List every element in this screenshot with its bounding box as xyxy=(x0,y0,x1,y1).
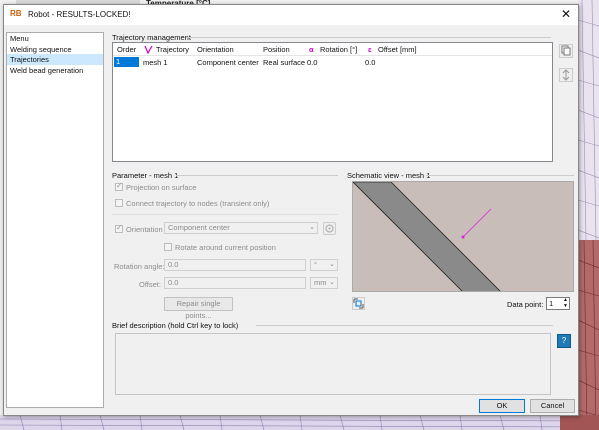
section-divider xyxy=(112,214,338,215)
brief-description-title: Brief description (hold Ctrl key to lock… xyxy=(112,321,239,330)
connect-nodes-checkbox[interactable] xyxy=(115,199,123,207)
orientation-value: Component center xyxy=(168,223,230,232)
column-orientation[interactable]: Orientation xyxy=(197,45,234,54)
data-point-label: Data point: xyxy=(507,300,544,309)
schematic-drawing xyxy=(353,182,501,291)
column-position[interactable]: Position xyxy=(263,45,290,54)
rotate-around-label: Rotate around current position xyxy=(175,243,276,252)
section-divider xyxy=(426,175,574,176)
rotation-angle-label: Rotation angle: xyxy=(114,262,165,271)
orientation-label: Orientation xyxy=(126,225,163,234)
offset-label: Offset: xyxy=(139,280,161,289)
column-order[interactable]: Order xyxy=(117,45,136,54)
close-icon[interactable]: ✕ xyxy=(558,7,574,22)
sort-icon xyxy=(562,69,570,81)
row-offset-cell[interactable]: 0.0 xyxy=(365,58,375,67)
section-divider xyxy=(186,37,551,38)
trajectory-column-icon xyxy=(144,45,153,54)
copy-trajectory-button[interactable] xyxy=(559,44,573,58)
trajectory-arrow xyxy=(463,208,492,237)
row-trajectory-cell[interactable]: mesh 1 xyxy=(143,58,168,67)
target-icon xyxy=(325,224,334,233)
rotation-unit-value: ° xyxy=(314,260,317,269)
schematic-section-title: Schematic view - mesh 1 xyxy=(347,171,431,180)
orientation-pick-button[interactable] xyxy=(323,222,336,235)
offset-unit-value: mm xyxy=(314,278,327,287)
sort-order-button[interactable] xyxy=(559,68,573,82)
row-order-cell[interactable]: 1 xyxy=(114,57,139,67)
background-mesh xyxy=(578,0,599,430)
offset-column-icon: ε xyxy=(368,45,372,54)
trajectory-table[interactable]: Order Trajectory Orientation Position α … xyxy=(112,42,553,162)
app-icon: RB xyxy=(10,9,22,18)
rotation-unit-select[interactable]: ° ⌄ xyxy=(310,259,338,271)
title-bar[interactable]: RB Robot - RESULTS-LOCKED! ✕ xyxy=(4,5,578,25)
ok-button[interactable]: OK xyxy=(479,399,525,413)
section-divider xyxy=(256,325,553,326)
rotation-column-icon: α xyxy=(309,45,314,54)
connect-nodes-label: Connect trajectory to nodes (transient o… xyxy=(126,199,270,208)
table-header: Order Trajectory Orientation Position α … xyxy=(113,43,552,56)
projection-checkbox[interactable] xyxy=(115,181,123,191)
rotate-around-checkbox[interactable] xyxy=(164,243,172,251)
section-divider xyxy=(176,175,338,176)
cancel-button[interactable]: Cancel xyxy=(530,399,575,413)
spinner-arrows-icon[interactable]: ▲ ▼ xyxy=(563,297,568,309)
orientation-select[interactable]: Component center ⌄ xyxy=(164,222,318,234)
orientation-checkbox[interactable] xyxy=(115,223,123,233)
projection-label: Projection on surface xyxy=(126,183,197,192)
column-rotation[interactable]: Rotation [°] xyxy=(320,45,357,54)
fit-view-icon xyxy=(353,298,364,309)
help-book-icon[interactable]: ? xyxy=(557,334,571,348)
copy-icon xyxy=(561,45,571,56)
parameter-section-title: Parameter - mesh 1 xyxy=(112,171,179,180)
chevron-down-icon: ⌄ xyxy=(329,261,335,268)
offset-value: 0.0 xyxy=(168,278,179,287)
data-point-spinner[interactable]: 1 ▲ ▼ xyxy=(546,297,570,310)
offset-input[interactable]: 0.0 xyxy=(164,277,306,289)
chevron-down-icon: ⌄ xyxy=(309,224,315,231)
brief-description-box xyxy=(115,333,551,395)
schematic-view[interactable] xyxy=(352,181,574,292)
column-trajectory[interactable]: Trajectory xyxy=(156,45,189,54)
fit-view-button[interactable] xyxy=(352,297,365,310)
rotation-angle-input[interactable]: 0.0 xyxy=(164,259,306,271)
menu-item-weld-bead-generation[interactable]: Weld bead generation xyxy=(7,65,103,76)
trajectory-point xyxy=(461,235,465,239)
row-position-cell[interactable]: Real surface xyxy=(263,58,305,67)
window-title: Robot - RESULTS-LOCKED! xyxy=(28,10,131,19)
row-orientation-cell[interactable]: Component center xyxy=(197,58,259,67)
table-row[interactable]: 1 mesh 1 Component center Real surface 0… xyxy=(113,57,552,68)
data-point-value: 1 xyxy=(549,299,554,308)
mesh-band xyxy=(353,182,501,291)
menu-item-trajectories[interactable]: Trajectories xyxy=(7,54,103,65)
menu-item-welding-sequence[interactable]: Welding sequence xyxy=(7,44,103,55)
chevron-down-icon: ⌄ xyxy=(329,279,335,286)
background-mesh-bottom xyxy=(0,415,599,430)
menu-list: Menu Welding sequence Trajectories Weld … xyxy=(6,32,104,408)
row-rotation-cell[interactable]: 0.0 xyxy=(307,58,317,67)
trajectory-section-title: Trajectory management xyxy=(112,33,191,42)
offset-unit-select[interactable]: mm ⌄ xyxy=(310,277,338,289)
repair-single-points-button[interactable]: Repair single points... xyxy=(164,297,233,320)
menu-header: Menu xyxy=(10,34,29,43)
rotation-angle-value: 0.0 xyxy=(168,260,179,269)
column-offset[interactable]: Offset [mm] xyxy=(378,45,417,54)
